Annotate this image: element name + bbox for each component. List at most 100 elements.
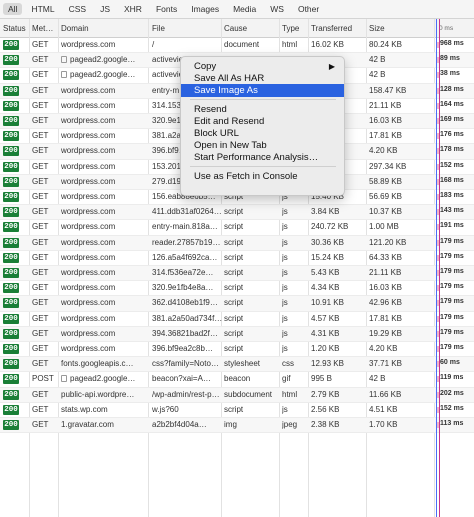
row-method: GET <box>32 389 49 399</box>
row-domain-text: pagead2.google… <box>70 70 136 80</box>
column-header-status[interactable]: Status <box>3 24 31 33</box>
row-type: jpeg <box>282 420 298 429</box>
column-header-file[interactable]: File <box>152 24 222 33</box>
row-cause: script <box>224 404 244 414</box>
row-transferred: 16.02 KB <box>311 40 344 49</box>
row-method: GET <box>32 207 49 217</box>
row-domain-text: pagead2.google… <box>70 374 136 384</box>
row-method: GET <box>32 252 49 262</box>
menu-item-label: Save All As HAR <box>194 73 265 84</box>
load-line <box>439 19 440 517</box>
table-row[interactable]: 200 GET wordpress.com 396.bf9ea2c8b… script j… <box>0 342 474 358</box>
filter-tab-images[interactable]: Images <box>186 3 224 15</box>
menu-item-save-image-as[interactable]: Save Image As <box>181 84 344 97</box>
filter-tab-css[interactable]: CSS <box>64 3 91 15</box>
row-method: GET <box>32 404 49 414</box>
table-row[interactable]: 200 GET wordpress.com 126.a5a4f692ca… script… <box>0 251 474 266</box>
filter-tab-media[interactable]: Media <box>228 3 261 15</box>
row-cause: beacon <box>224 374 251 384</box>
filter-tab-xhr[interactable]: XHR <box>119 3 147 15</box>
row-file: w.js?60 <box>152 404 179 414</box>
table-row[interactable]: 200 GET wordpress.com reader.27857b19… scrip… <box>0 235 474 251</box>
table-row[interactable]: 200 GET wordpress.com 394.36821bad2f… script… <box>0 326 474 342</box>
row-domain: pagead2.google… <box>61 374 149 383</box>
row-timing: 191 ms <box>440 222 464 230</box>
table-header: Status Met… Domain File Cause Type Transferred… <box>0 19 474 38</box>
table-row[interactable]: 200 GET wordpress.com 411.ddb31af0264… scrip… <box>0 205 474 221</box>
row-domain: fonts.googleapis.c… <box>61 359 134 369</box>
row-domain: wordpress.com <box>61 283 116 293</box>
filter-tab-all[interactable]: All <box>3 3 23 15</box>
row-timing: 119 ms <box>440 374 464 382</box>
row-type: js <box>282 207 288 217</box>
table-row[interactable]: 200 POST pagead2.google… beacon?xai=A… beaco… <box>0 372 474 388</box>
row-transferred: 10.91 KB <box>311 298 344 308</box>
table-row[interactable]: 200 GET wordpress.com 381.a2a50ad734f… scrip… <box>0 312 474 327</box>
row-cause: script <box>224 222 244 232</box>
table-row[interactable]: 200 GET wordpress.com 362.d4108eb1f9… script… <box>0 296 474 312</box>
menu-item-label: Start Performance Analysis… <box>194 152 319 163</box>
table-row[interactable]: 200 GET stats.wp.com w.js?60 script js 2.56 KB… <box>0 403 474 418</box>
column-header-size[interactable]: Size <box>369 24 435 33</box>
row-method: GET <box>32 146 49 156</box>
table-row[interactable]: 200 GET wordpress.com 320.9e1fb4e8a… script j… <box>0 281 474 297</box>
menu-item-use-as-fetch-in-console[interactable]: Use as Fetch in Console <box>181 170 344 183</box>
row-cause: script <box>224 252 244 262</box>
row-method: GET <box>32 222 49 232</box>
row-timing: 202 ms <box>440 389 464 397</box>
column-header-transferred[interactable]: Transferred <box>311 24 367 33</box>
row-domain: pagead2.google… <box>61 70 149 79</box>
row-timing: 60 ms <box>440 359 460 367</box>
column-header-waterfall[interactable]: 0 ms <box>439 25 474 32</box>
row-method: GET <box>32 131 49 141</box>
row-domain: wordpress.com <box>61 192 116 201</box>
row-method: GET <box>32 116 49 125</box>
row-transferred: 4.31 KB <box>311 328 340 338</box>
row-cause: stylesheet <box>224 359 261 369</box>
dom-content-loaded-line <box>436 19 437 517</box>
row-size: 58.89 KB <box>369 176 402 186</box>
column-header-domain[interactable]: Domain <box>61 24 149 33</box>
context-menu: Copy ▶ Save All As HAR Save Image As Resend E… <box>180 56 345 196</box>
row-cause: script <box>224 268 244 277</box>
table-row[interactable]: 200 GET wordpress.com entry-main.818a… scrip… <box>0 220 474 236</box>
menu-item-start-performance-analysis[interactable]: Start Performance Analysis… <box>181 151 344 164</box>
row-domain: wordpress.com <box>61 131 116 141</box>
status-badge: 200 <box>3 313 19 324</box>
row-cause: img <box>224 420 237 429</box>
filter-tab-fonts[interactable]: Fonts <box>151 3 182 15</box>
row-file: 394.36821bad2f… <box>152 328 218 338</box>
column-header-cause[interactable]: Cause <box>224 24 280 33</box>
status-badge: 200 <box>3 298 19 309</box>
table-row[interactable]: 200 GET 1.gravatar.com a2b2bf4d04a… img jpeg 2… <box>0 418 474 434</box>
table-row[interactable]: 200 GET fonts.googleapis.c… css?family=Noto… <box>0 357 474 373</box>
row-size: 64.33 KB <box>369 252 402 262</box>
row-transferred: 4.34 KB <box>311 283 340 293</box>
row-size: 80.24 KB <box>369 40 402 49</box>
status-badge: 200 <box>3 131 19 142</box>
row-file: 362.d4108eb1f9… <box>152 298 218 308</box>
row-timing: 169 ms <box>440 116 464 123</box>
row-domain: wordpress.com <box>61 344 116 353</box>
row-timing: 164 ms <box>440 100 464 108</box>
row-timing: 152 ms <box>440 404 464 412</box>
table-row[interactable]: 200 GET wordpress.com / document html 16.02 KB… <box>0 38 474 54</box>
filter-tab-js[interactable]: JS <box>95 3 115 15</box>
row-method: GET <box>32 268 49 277</box>
menu-item-label: Save Image As <box>194 85 258 96</box>
table-row[interactable]: 200 GET wordpress.com 314.f536ea72e… script j… <box>0 266 474 282</box>
row-transferred: 12.93 KB <box>311 359 344 369</box>
filter-tab-other[interactable]: Other <box>293 3 324 15</box>
row-transferred: 240.72 KB <box>311 222 349 232</box>
status-badge: 200 <box>3 328 19 339</box>
filter-tab-html[interactable]: HTML <box>26 3 59 15</box>
row-method: GET <box>32 313 49 323</box>
row-timing: 143 ms <box>440 207 464 215</box>
column-header-method[interactable]: Met… <box>32 24 60 33</box>
column-header-type[interactable]: Type <box>282 24 309 33</box>
tracker-lock-icon <box>61 56 67 64</box>
row-cause: script <box>224 207 244 217</box>
table-row[interactable]: 200 GET public-api.wordpre… /wp-admin/rest-… <box>0 387 474 403</box>
status-badge: 200 <box>3 161 19 172</box>
filter-tab-ws[interactable]: WS <box>265 3 289 15</box>
